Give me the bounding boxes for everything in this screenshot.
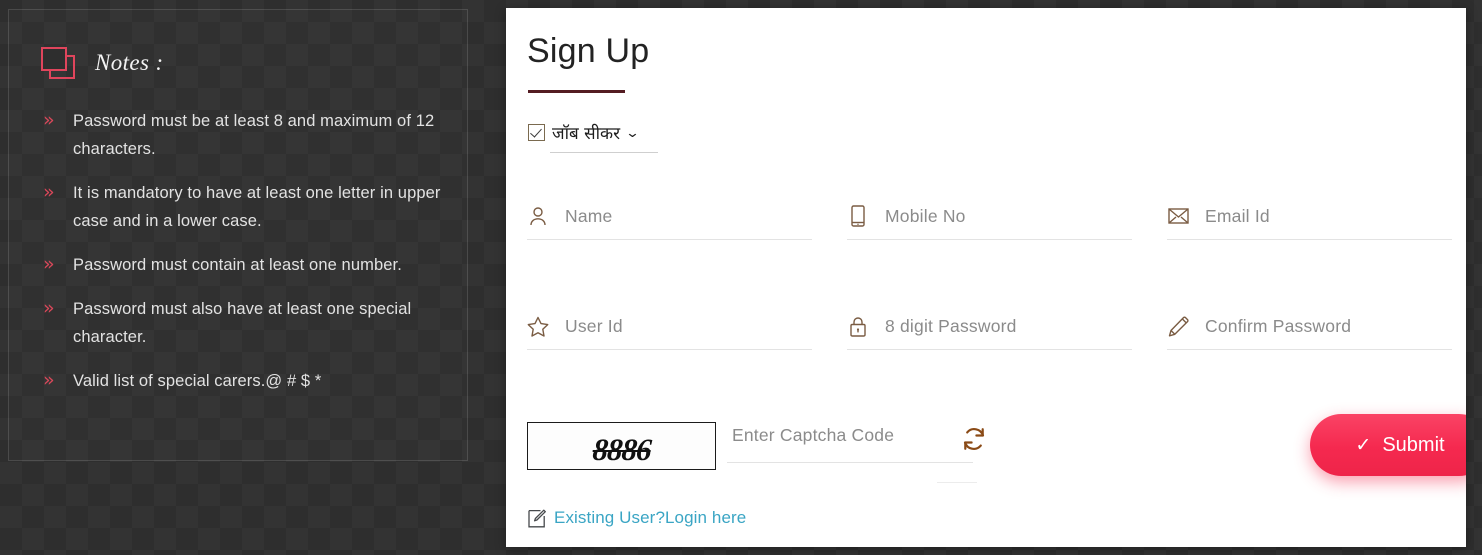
page-title: Sign Up — [527, 32, 650, 70]
notes-title: Notes : — [95, 50, 164, 75]
copy-layers-icon — [39, 46, 79, 80]
note-text: Password must also have at least one spe… — [73, 300, 412, 346]
notes-list: » Password must be at least 8 and maximu… — [39, 107, 451, 411]
list-item: » Valid list of special carers.@ # $ * — [39, 367, 451, 395]
title-underline-rule — [528, 90, 625, 93]
form-row-1: Name Mobile No Email Id — [506, 193, 1466, 240]
double-chevron-icon: » — [43, 297, 55, 319]
double-chevron-icon: » — [43, 181, 55, 203]
envelope-icon — [1167, 204, 1189, 228]
mobile-icon — [847, 204, 869, 228]
list-item: » Password must also have at least one s… — [39, 295, 451, 351]
lock-icon — [847, 314, 869, 338]
confirm-password-placeholder: Confirm Password — [1205, 315, 1352, 336]
refresh-icon[interactable] — [961, 426, 987, 452]
chevron-down-icon: ⌄ — [625, 125, 640, 140]
double-chevron-icon: » — [43, 369, 55, 391]
captcha-row: 8886 Enter Captcha Code ✓ Submit — [527, 414, 1466, 484]
role-dropdown-label: जॉब सीकर — [552, 124, 621, 144]
captcha-placeholder: Enter Captcha Code — [732, 425, 895, 445]
notes-header: Notes : — [39, 46, 164, 80]
note-text: It is mandatory to have at least one let… — [73, 184, 441, 230]
email-placeholder: Email Id — [1205, 205, 1270, 226]
double-chevron-icon: » — [43, 253, 55, 275]
signup-form: Name Mobile No Email Id User Id 8 digit … — [506, 193, 1466, 350]
password-placeholder: 8 digit Password — [885, 315, 1017, 336]
note-text: Password must be at least 8 and maximum … — [73, 112, 435, 158]
edit-note-icon — [528, 509, 546, 528]
login-link-label: Existing User?Login here — [554, 508, 747, 527]
captcha-image: 8886 — [527, 422, 716, 470]
mobile-placeholder: Mobile No — [885, 205, 966, 226]
captcha-code: 8886 — [591, 432, 652, 467]
mobile-field[interactable]: Mobile No — [847, 193, 1132, 240]
name-placeholder: Name — [565, 205, 613, 226]
userid-field[interactable]: User Id — [527, 303, 812, 350]
confirm-password-field[interactable]: Confirm Password — [1167, 303, 1452, 350]
list-item: » Password must be at least 8 and maximu… — [39, 107, 451, 163]
list-item: » It is mandatory to have at least one l… — [39, 179, 451, 235]
login-link[interactable]: Existing User?Login here — [528, 508, 746, 528]
double-chevron-icon: » — [43, 109, 55, 131]
star-icon — [527, 314, 549, 338]
password-field[interactable]: 8 digit Password — [847, 303, 1132, 350]
captcha-input[interactable]: Enter Captcha Code — [727, 422, 973, 463]
role-dropdown[interactable]: जॉब सीकर ⌄ — [528, 121, 658, 153]
list-item: » Password must contain at least one num… — [39, 251, 451, 279]
checkbox-checked-icon — [528, 124, 545, 141]
userid-placeholder: User Id — [565, 315, 623, 336]
notes-panel: Notes : » Password must be at least 8 an… — [8, 9, 468, 461]
form-row-2: User Id 8 digit Password Confirm Passwor… — [506, 303, 1466, 350]
app-background: Notes : » Password must be at least 8 an… — [0, 0, 1482, 555]
note-text: Valid list of special carers.@ # $ * — [73, 372, 322, 390]
note-text: Password must contain at least one numbe… — [73, 256, 402, 274]
signup-card: Sign Up जॉब सीकर ⌄ Name Mobile No Email … — [506, 8, 1466, 547]
check-icon: ✓ — [1355, 434, 1372, 456]
submit-button-label: Submit — [1382, 433, 1445, 456]
captcha-secondary-rule — [937, 482, 977, 483]
submit-button[interactable]: ✓ Submit — [1310, 414, 1466, 476]
pencil-icon — [1167, 314, 1189, 338]
name-field[interactable]: Name — [527, 193, 812, 240]
user-icon — [527, 204, 549, 228]
email-field[interactable]: Email Id — [1167, 193, 1452, 240]
form-row-spacer — [506, 240, 1466, 303]
